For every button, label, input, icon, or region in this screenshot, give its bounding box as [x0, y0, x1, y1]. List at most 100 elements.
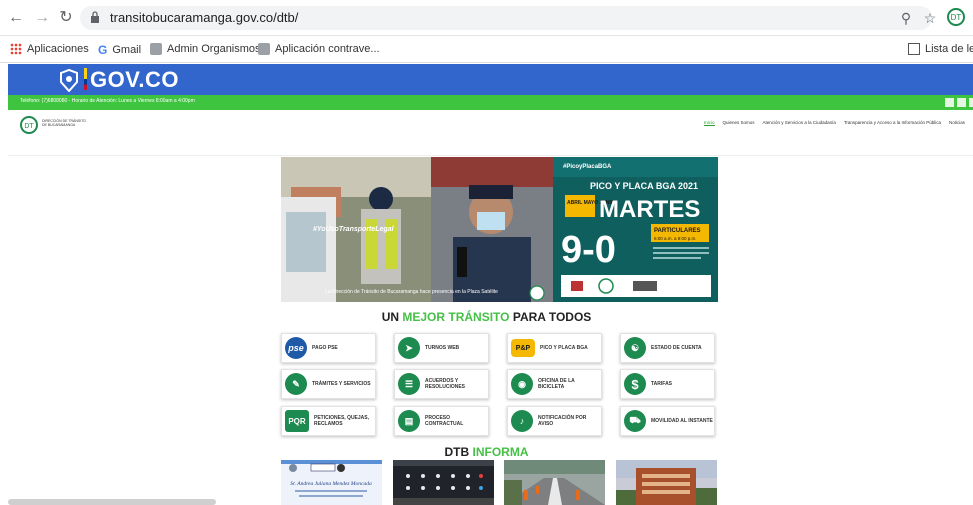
- bell-icon: ♪: [511, 410, 533, 432]
- logo-text: DIRECCIÓN DE TRÁNSITO DE BUCARAMANGA: [42, 119, 87, 128]
- service-bicicleta[interactable]: ◉ OFICINA DE LA BICICLETA: [507, 369, 602, 399]
- hero-slider[interactable]: #YoUsoTransporteLegal #PicoyPlacaBGA PIC…: [281, 157, 718, 302]
- service-label: OFICINA DE LA BICICLETA: [538, 378, 575, 390]
- rocket-icon: ➤: [398, 337, 420, 359]
- service-notificacion[interactable]: ♪ NOTIFICACIÓN POR AVISO: [507, 406, 602, 436]
- pqr-icon: PQR: [285, 410, 309, 432]
- car-icon: ⛟: [624, 410, 646, 432]
- reload-icon[interactable]: ↻: [56, 8, 76, 28]
- page-icon: [150, 43, 162, 55]
- apps-grid-icon: [10, 43, 22, 55]
- headline-post: PARA TODOS: [509, 310, 592, 324]
- thumb-name: Sr. Andrea Juliana Mendez Moncada: [290, 481, 372, 487]
- service-pico-placa[interactable]: P&P PICO Y PLACA BGA: [507, 333, 602, 363]
- service-label: PETICIONES, QUEJAS, RECLAMOS: [314, 415, 370, 427]
- service-pqr[interactable]: PQR PETICIONES, QUEJAS, RECLAMOS: [281, 406, 376, 436]
- service-label: PAGO PSE: [312, 345, 338, 351]
- informa-pre: DTB: [444, 445, 473, 459]
- bookmark-admin[interactable]: Admin Organismos...: [150, 43, 270, 55]
- gov-co-banner: GOV.CO: [8, 64, 973, 95]
- twitter-icon[interactable]: [957, 98, 966, 107]
- bookmark-label: Aplicación contrave...: [275, 43, 380, 55]
- service-tarifas[interactable]: $ TARIFAS: [620, 369, 715, 399]
- contract-icon: ▤: [398, 410, 420, 432]
- menu-item-noticias[interactable]: Noticias: [949, 120, 965, 126]
- contact-info: Teléfono: (7)6808080 - Horario de Atenci…: [20, 98, 195, 104]
- news-thumb-3[interactable]: [504, 460, 605, 505]
- service-movilidad[interactable]: ⛟ MOVILIDAD AL INSTANTE: [620, 406, 715, 436]
- news-thumb-2[interactable]: [393, 460, 494, 505]
- service-label: TRÁMITES Y SERVICIOS: [312, 381, 371, 387]
- star-icon[interactable]: ☆: [920, 8, 940, 28]
- service-acuerdos[interactable]: ☰ ACUERDOS Y RESOLUCIONES: [394, 369, 489, 399]
- hero-image: #YoUsoTransporteLegal #PicoyPlacaBGA PIC…: [281, 157, 718, 302]
- service-label: ACUERDOS Y RESOLUCIONES: [425, 378, 466, 390]
- bookmark-aplicacion[interactable]: Aplicación contrave...: [258, 43, 380, 55]
- news-image: [393, 460, 494, 505]
- news-image: Sr. Andrea Juliana Mendez Moncada: [281, 460, 382, 505]
- account-icon: ☯: [624, 337, 646, 359]
- service-tramites[interactable]: ✎ TRÁMITES Y SERVICIOS: [281, 369, 376, 399]
- documents-icon: ☰: [398, 373, 420, 395]
- bookmark-label: Aplicaciones: [27, 43, 89, 55]
- browser-toolbar: ← → ↻ transitobucaramanga.gov.co/dtb/ ⚲ …: [0, 0, 973, 36]
- main-menu: Inicio Quienes Somos Atención y Servicio…: [704, 120, 965, 126]
- info-bar: Teléfono: (7)6808080 - Horario de Atenci…: [8, 95, 973, 110]
- service-label: MOVILIDAD AL INSTANTE: [651, 418, 713, 424]
- page-icon: [258, 43, 270, 55]
- reading-list-icon: [908, 43, 920, 55]
- address-bar[interactable]: transitobucaramanga.gov.co/dtb/: [80, 6, 932, 30]
- dollar-icon: $: [624, 373, 646, 395]
- section-headline: UN MEJOR TRÁNSITO PARA TODOS: [0, 310, 973, 324]
- pico-tag: #PicoyPlacaBGA: [563, 164, 612, 170]
- menu-item-inicio[interactable]: Inicio: [704, 120, 715, 126]
- menu-item-atencion[interactable]: Atención y Servicios a la Ciudadanía: [763, 120, 836, 126]
- pico-placa-icon: P&P: [511, 339, 535, 357]
- news-thumb-4[interactable]: [616, 460, 717, 505]
- dtb-logo-icon[interactable]: DT: [20, 116, 38, 134]
- service-estado-cuenta[interactable]: ☯ ESTADO DE CUENTA: [620, 333, 715, 363]
- google-icon: G: [98, 43, 108, 57]
- news-thumb-1[interactable]: Sr. Andrea Juliana Mendez Moncada: [281, 460, 382, 505]
- service-pago-pse[interactable]: pse PAGO PSE: [281, 333, 376, 363]
- service-label: TURNOS WEB: [425, 345, 460, 351]
- headline-pre: UN: [381, 310, 403, 324]
- back-arrow-icon[interactable]: ←: [6, 8, 26, 28]
- site-header: DT DIRECCIÓN DE TRÁNSITO DE BUCARAMANGA …: [8, 110, 973, 156]
- pico-type: PARTICULARES: [654, 228, 701, 234]
- forward-arrow-icon[interactable]: →: [32, 8, 52, 28]
- pico-digits: 9-0: [561, 229, 616, 271]
- service-label: NOTIFICACIÓN POR AVISO: [538, 415, 587, 427]
- service-turnos-web[interactable]: ➤ TURNOS WEB: [394, 333, 489, 363]
- colombia-shield-icon[interactable]: [58, 68, 80, 92]
- document-icon: ✎: [285, 373, 307, 395]
- reading-list[interactable]: Lista de lec: [908, 43, 973, 55]
- service-label: TARIFAS: [651, 381, 673, 387]
- extension-icon[interactable]: DT: [946, 8, 966, 28]
- zoom-icon[interactable]: ⚲: [896, 8, 916, 28]
- horizontal-scrollbar[interactable]: [8, 499, 216, 505]
- pse-icon: pse: [285, 337, 307, 359]
- news-image: [504, 460, 605, 505]
- pico-time: 6:00 a.m. a 8:00 p.m.: [654, 236, 697, 241]
- instagram-icon[interactable]: [969, 98, 973, 107]
- bookmark-label: Admin Organismos...: [167, 43, 270, 55]
- service-proceso-contractual[interactable]: ▤ PROCESO CONTRACTUAL: [394, 406, 489, 436]
- bookmarks-bar: Aplicaciones G Gmail Admin Organismos...…: [0, 37, 973, 63]
- service-label: ESTADO DE CUENTA: [651, 345, 702, 351]
- hero-caption: La Dirección de Tránsito de Bucaramanga …: [325, 289, 498, 295]
- menu-item-quienes-somos[interactable]: Quienes Somos: [723, 120, 755, 126]
- lock-icon: [91, 11, 99, 23]
- url-text: transitobucaramanga.gov.co/dtb/: [110, 10, 299, 25]
- service-label: PICO Y PLACA BGA: [540, 345, 588, 351]
- informa-highlight: INFORMA: [472, 445, 529, 459]
- bookmark-apps[interactable]: Aplicaciones: [10, 43, 89, 55]
- facebook-icon[interactable]: [945, 98, 954, 107]
- gov-co-logo[interactable]: GOV.CO: [90, 67, 179, 93]
- svg-text:DT: DT: [24, 123, 34, 130]
- hashtag-text: #YoUsoTransporteLegal: [313, 226, 395, 233]
- flag-stripe: [84, 68, 87, 90]
- menu-item-transparencia[interactable]: Transparencia y Acceso a la Información …: [844, 120, 941, 126]
- bookmark-gmail[interactable]: G Gmail: [98, 43, 141, 57]
- svg-text:DT: DT: [951, 13, 962, 22]
